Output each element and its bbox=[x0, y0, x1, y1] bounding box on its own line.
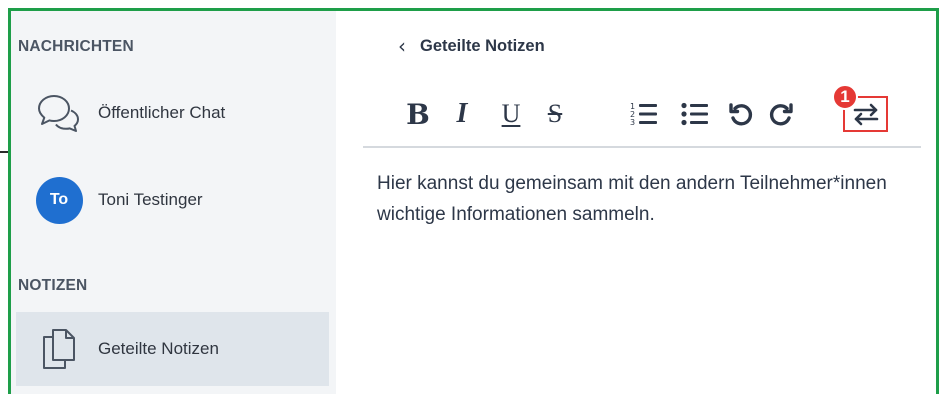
bold-button[interactable]: B bbox=[404, 94, 432, 134]
sidebar-item-label: Öffentlicher Chat bbox=[98, 103, 226, 122]
sidebar: NACHRICHTEN Öffentlicher Chat To Toni Te… bbox=[11, 11, 336, 394]
sidebar-item-public-chat[interactable]: Öffentlicher Chat bbox=[16, 76, 329, 150]
bullet-list-button[interactable] bbox=[680, 94, 710, 134]
redo-button[interactable] bbox=[766, 94, 796, 134]
sidebar-item-shared-notes[interactable]: Geteilte Notizen bbox=[16, 312, 329, 386]
back-button[interactable]: ‹ Geteilte Notizen bbox=[398, 36, 545, 56]
documents-icon bbox=[16, 327, 98, 371]
panel-title: Geteilte Notizen bbox=[420, 36, 545, 55]
underline-button[interactable]: U bbox=[498, 94, 524, 134]
avatar-slot: To bbox=[16, 176, 98, 224]
messages-section-title: NACHRICHTEN bbox=[18, 38, 134, 55]
italic-button[interactable]: I bbox=[450, 94, 474, 134]
ordered-list-button[interactable]: 1 2 3 bbox=[629, 94, 659, 134]
chevron-left-icon: ‹ bbox=[398, 34, 406, 58]
bullet-list-icon bbox=[681, 102, 708, 126]
strikethrough-button[interactable]: S bbox=[542, 94, 568, 134]
chat-bubbles-icon bbox=[16, 91, 98, 135]
undo-icon bbox=[729, 103, 753, 126]
notes-section-title: NOTIZEN bbox=[18, 277, 88, 294]
avatar: To bbox=[35, 176, 83, 224]
notes-editor-content[interactable]: Hier kannst du gemeinsam mit den andern … bbox=[377, 168, 897, 230]
app-frame: NACHRICHTEN Öffentlicher Chat To Toni Te… bbox=[8, 8, 939, 394]
sidebar-item-label: Geteilte Notizen bbox=[98, 339, 219, 358]
ordered-list-icon: 1 2 3 bbox=[630, 102, 657, 127]
swap-arrows-icon bbox=[853, 103, 878, 126]
sidebar-item-user-toni[interactable]: To Toni Testinger bbox=[16, 163, 329, 237]
toolbar-divider bbox=[363, 146, 921, 148]
sidebar-item-label: Toni Testinger bbox=[98, 190, 203, 209]
undo-button[interactable] bbox=[726, 94, 756, 134]
annotation-badge: 1 bbox=[832, 84, 858, 110]
redo-icon bbox=[769, 103, 793, 126]
svg-text:3: 3 bbox=[630, 118, 635, 127]
shared-notes-panel: ‹ Geteilte Notizen B I U S 1 2 3 1 Hier … bbox=[336, 11, 936, 394]
